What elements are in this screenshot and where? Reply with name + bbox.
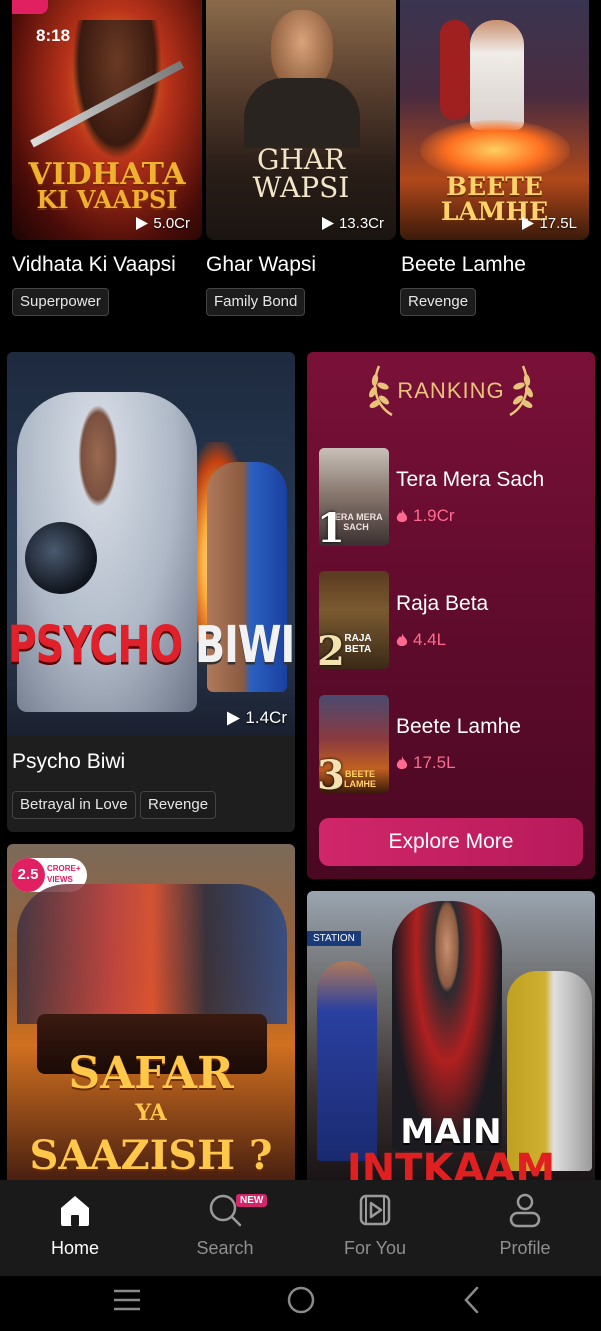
flame-icon	[396, 633, 408, 646]
views-badge-icon	[12, 0, 48, 14]
station-sign: STATION	[307, 931, 361, 946]
ranking-panel: RANKING TERA MERA SACH 1 Tera Mera Sach …	[307, 352, 595, 879]
ranking-views: 17.5L	[396, 753, 456, 773]
play-icon	[522, 217, 535, 230]
genre-tag[interactable]: Family Bond	[206, 288, 306, 316]
play-icon	[227, 710, 241, 726]
poster-title-line-2: WAPSI	[252, 171, 350, 204]
genre-tag[interactable]: Revenge	[400, 288, 477, 316]
views-count: 1.4Cr	[227, 708, 287, 728]
ranking-views: 4.4L	[396, 630, 446, 650]
poster-title-white: BIWI	[194, 616, 295, 675]
profile-icon	[509, 1193, 541, 1228]
poster-title-line-1: GHAR	[256, 143, 346, 176]
genre-tag[interactable]: Betrayal in Love	[12, 791, 136, 819]
play-square-icon	[359, 1194, 391, 1226]
bottom-nav: Home NEW Search For You Profile	[0, 1180, 601, 1276]
helmet	[25, 522, 97, 594]
poster-man	[440, 20, 470, 120]
poster-title-line-2: KI VAAPSI	[36, 185, 178, 214]
genre-tag[interactable]: Revenge	[140, 791, 217, 819]
explore-more-button[interactable]: Explore More	[319, 818, 583, 866]
poster-figure	[72, 20, 162, 160]
ranking-title[interactable]: Beete Lamhe	[396, 715, 521, 739]
poster-title-line-3: SAAZISH ?	[29, 1132, 273, 1179]
rank-number: 1	[319, 505, 345, 546]
featured-title[interactable]: Psycho Biwi	[12, 750, 125, 774]
poster-vidhata-ki-vaapsi[interactable]: 8:18 VIDHATA KI VAAPSI 5.0Cr	[12, 0, 202, 240]
ranking-title[interactable]: Tera Mera Sach	[396, 468, 544, 492]
poster-main-intkaam[interactable]: STATION MAIN INTKAAM	[307, 891, 595, 1180]
nav-home[interactable]: Home	[10, 1190, 140, 1259]
poster-title-line-1: MAIN	[400, 1112, 502, 1152]
badge-label: CRORE+ VIEWS	[47, 864, 81, 884]
flame-icon	[396, 509, 408, 522]
poster-title-red: PSYCHO	[7, 616, 183, 675]
play-icon	[321, 217, 334, 230]
rank-number: 2	[319, 628, 345, 669]
featured-poster[interactable]: PSYCHO BIWI 1.4Cr	[7, 352, 295, 736]
views-count: 5.0Cr	[136, 215, 190, 232]
featured-card[interactable]: PSYCHO BIWI 1.4Cr Psycho Biwi Betrayal i…	[7, 352, 295, 832]
system-nav-bar	[0, 1276, 601, 1331]
views-count: 17.5L	[522, 215, 577, 232]
nav-label: Profile	[499, 1238, 551, 1258]
poster-fire	[420, 120, 570, 180]
poster-title-line-2: INTKAAM	[346, 1146, 556, 1180]
home-icon	[61, 1196, 89, 1226]
poster-woman	[470, 20, 524, 130]
new-badge: NEW	[236, 1194, 268, 1207]
menu-icon[interactable]	[112, 1288, 142, 1312]
status-time: 8:18	[36, 26, 71, 45]
poster-body	[244, 78, 360, 148]
poster-crowd	[17, 884, 287, 1024]
ranking-thumbnail[interactable]: RAJA BETA 2	[319, 571, 389, 669]
ranking-title[interactable]: Raja Beta	[396, 592, 488, 616]
laurel-right-icon	[509, 365, 533, 417]
nav-profile[interactable]: Profile	[460, 1190, 590, 1259]
ranking-thumbnail[interactable]: BEETE LAMHE 3	[319, 695, 389, 793]
nav-label: For You	[343, 1238, 407, 1258]
featured-poster-title: PSYCHO BIWI	[7, 616, 295, 675]
views-count: 13.3Cr	[321, 215, 384, 232]
ranking-thumbnail[interactable]: TERA MERA SACH 1	[319, 448, 389, 546]
poster-beete-lamhe[interactable]: BEETE LAMHE 17.5L	[400, 0, 589, 240]
play-icon	[136, 217, 149, 230]
ranking-heading: RANKING	[397, 378, 505, 403]
flame-icon	[396, 756, 408, 769]
home-circle-icon[interactable]	[286, 1285, 316, 1315]
ranking-views: 1.9Cr	[396, 506, 455, 526]
nav-label: Search	[196, 1238, 254, 1258]
nav-search[interactable]: NEW Search	[160, 1190, 290, 1259]
rank-number: 3	[319, 752, 345, 793]
poster-safar-ya-saazish[interactable]: 2.5 CRORE+ VIEWS SAFAR YA SAAZISH ?	[7, 844, 295, 1180]
card-title[interactable]: Vidhata Ki Vaapsi	[12, 253, 176, 277]
card-title[interactable]: Ghar Wapsi	[206, 253, 316, 277]
poster-title-line-2: YA	[135, 1100, 167, 1126]
nav-label: Home	[50, 1238, 99, 1258]
back-icon[interactable]	[462, 1285, 482, 1315]
poster-ghar-wapsi[interactable]: GHAR WAPSI 13.3Cr	[206, 0, 396, 240]
nav-for-you[interactable]: For You	[310, 1190, 440, 1259]
poster-title-line-1: SAFAR	[68, 1048, 234, 1099]
card-title[interactable]: Beete Lamhe	[401, 253, 526, 277]
badge-number: 2.5	[11, 858, 45, 892]
genre-tag[interactable]: Superpower	[12, 288, 109, 316]
